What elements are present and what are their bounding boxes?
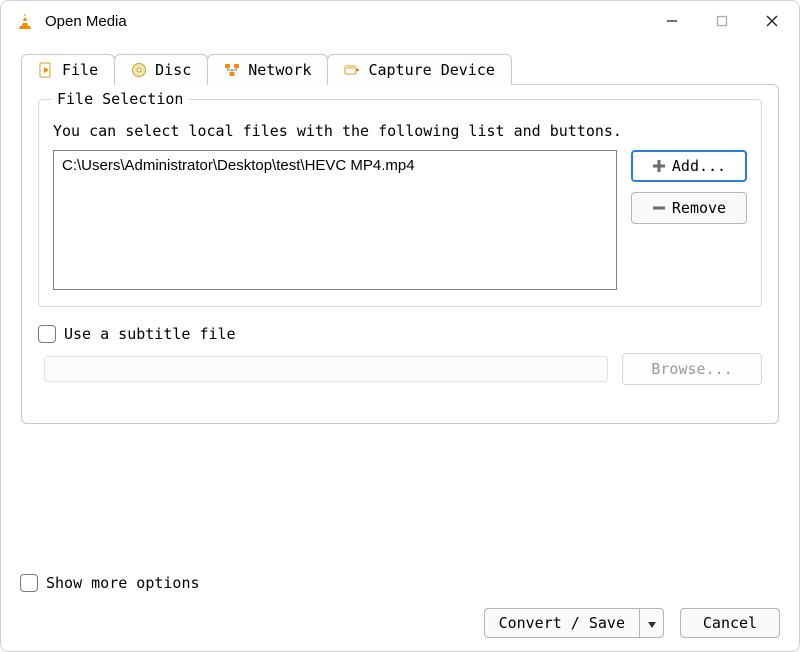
file-selection-legend: File Selection [51,90,189,108]
subtitle-checkbox[interactable] [38,325,56,343]
plus-icon [652,159,666,173]
cancel-button-label: Cancel [703,614,757,632]
list-item[interactable]: C:\Users\Administrator\Desktop\test\HEVC… [62,157,608,174]
browse-button: Browse... [622,353,762,385]
bottom-bar: Show more options Convert / Save Cancel [20,574,780,638]
tab-panel-file: File Selection You can select local file… [21,84,779,424]
tab-capture[interactable]: Capture Device [327,54,511,85]
tab-network-label: Network [248,61,311,79]
more-options-label: Show more options [46,574,200,592]
network-icon [224,62,240,78]
file-selection-group: File Selection You can select local file… [38,99,762,307]
subtitle-row: Use a subtitle file [38,325,762,343]
tab-file-label: File [62,61,98,79]
subtitle-label: Use a subtitle file [64,325,236,343]
tab-network[interactable]: Network [207,54,328,85]
capture-device-icon [344,62,360,78]
remove-button[interactable]: Remove [631,192,747,224]
convert-save-button[interactable]: Convert / Save [484,608,664,638]
subtitle-path-input [44,356,608,382]
more-options-row: Show more options [20,574,780,592]
subtitle-path-row: Browse... [38,353,762,385]
minimize-button[interactable] [649,5,695,37]
window-controls [649,5,795,37]
browse-button-label: Browse... [651,360,732,378]
remove-button-label: Remove [672,199,726,217]
titlebar: Open Media [1,1,799,41]
disc-icon [131,62,147,78]
vlc-cone-icon [15,11,35,31]
more-options-checkbox[interactable] [20,574,38,592]
convert-save-main[interactable]: Convert / Save [485,609,639,637]
content-area: File Disc Network Capture Devi [1,41,799,424]
tab-disc[interactable]: Disc [114,54,208,85]
file-selection-description: You can select local files with the foll… [53,122,747,140]
add-button-label: Add... [672,157,726,175]
tab-disc-label: Disc [155,61,191,79]
file-icon [38,62,54,78]
cancel-button[interactable]: Cancel [680,608,780,638]
tab-file[interactable]: File [21,54,115,85]
tab-strip: File Disc Network Capture Devi [21,54,779,85]
tab-capture-label: Capture Device [368,61,494,79]
minus-icon [652,201,666,215]
add-button[interactable]: Add... [631,150,747,182]
maximize-button[interactable] [699,5,745,37]
file-list[interactable]: C:\Users\Administrator\Desktop\test\HEVC… [53,150,617,290]
convert-save-label: Convert / Save [499,614,625,632]
action-row: Convert / Save Cancel [20,608,780,638]
chevron-down-icon [648,614,656,632]
convert-save-dropdown[interactable] [639,609,663,637]
close-button[interactable] [749,5,795,37]
window-title: Open Media [45,13,649,30]
file-buttons: Add... Remove [631,150,747,290]
